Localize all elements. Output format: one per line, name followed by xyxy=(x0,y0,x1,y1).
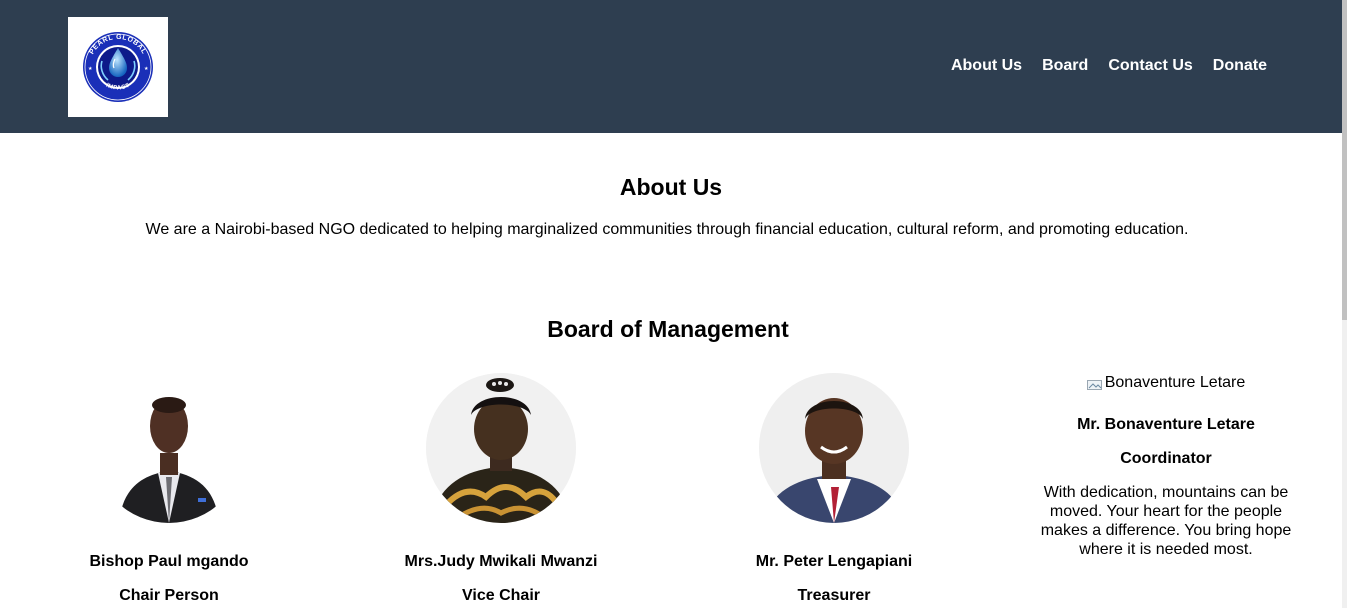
member-name: Bishop Paul mgando xyxy=(89,553,249,570)
nav-about-us[interactable]: About Us xyxy=(951,56,1022,76)
nav-contact-us[interactable]: Contact Us xyxy=(1108,56,1192,76)
member-photo xyxy=(759,373,909,523)
member-bio: With dedication, mountains can be moved.… xyxy=(1040,484,1292,558)
member-photo xyxy=(94,373,244,523)
about-heading: About Us xyxy=(619,174,723,200)
page-scrollbar[interactable] xyxy=(1342,0,1347,608)
member-name: Mrs.Judy Mwikali Mwanzi xyxy=(404,553,598,570)
person-portrait-icon xyxy=(94,373,244,523)
scrollbar-thumb[interactable] xyxy=(1342,0,1347,320)
svg-text:★: ★ xyxy=(144,66,149,72)
site-header: PEARL GLOBAL IMPACT ★ ★ About Us Board C… xyxy=(0,0,1342,133)
board-member-card: Bishop Paul mgando Chair Person xyxy=(39,370,299,604)
nav-donate[interactable]: Donate xyxy=(1213,56,1267,76)
about-description: We are a Nairobi-based NGO dedicated to … xyxy=(145,221,1189,238)
person-portrait-icon xyxy=(426,373,576,523)
member-photo-broken: Bonaventure Letare xyxy=(1036,370,1296,396)
member-role: Chair Person xyxy=(119,587,219,604)
svg-text:★: ★ xyxy=(88,66,93,72)
board-heading: Board of Management xyxy=(547,316,789,342)
image-alt-text: Bonaventure Letare xyxy=(1104,374,1246,391)
board-member-card: Bonaventure Letare Mr. Bonaventure Letar… xyxy=(1036,370,1296,559)
nav-board[interactable]: Board xyxy=(1042,56,1088,76)
board-member-card: Mr. Peter Lengapiani Treasurer xyxy=(704,370,964,604)
member-name: Mr. Bonaventure Letare xyxy=(1077,416,1255,433)
member-role: Coordinator xyxy=(1120,450,1212,467)
person-portrait-icon xyxy=(759,373,909,523)
main-nav: About Us Board Contact Us Donate xyxy=(951,56,1267,76)
logo[interactable]: PEARL GLOBAL IMPACT ★ ★ xyxy=(68,17,168,117)
member-role: Vice Chair xyxy=(462,587,540,604)
broken-image-icon xyxy=(1086,377,1103,390)
pearl-global-logo-icon: PEARL GLOBAL IMPACT ★ ★ xyxy=(83,32,153,102)
member-role: Treasurer xyxy=(797,587,871,604)
board-member-card: Mrs.Judy Mwikali Mwanzi Vice Chair xyxy=(371,370,631,604)
member-name: Mr. Peter Lengapiani xyxy=(755,553,913,570)
member-photo xyxy=(426,373,576,523)
